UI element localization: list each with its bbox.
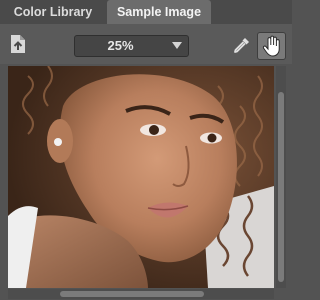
color-picker-button[interactable]: [231, 33, 253, 57]
tab-bar: Color Library Sample Image: [0, 0, 292, 24]
sample-image-viewport[interactable]: [8, 66, 274, 288]
portrait-photo: [8, 66, 274, 288]
zoom-dropdown[interactable]: 25%: [74, 35, 189, 57]
export-image-icon: [11, 35, 25, 53]
eyedropper-icon: [234, 38, 249, 53]
tab-sample-image[interactable]: Sample Image: [107, 0, 211, 24]
horizontal-scroll-thumb[interactable]: [60, 291, 204, 297]
horizontal-scrollbar[interactable]: [8, 289, 274, 299]
toolbar: 25%: [0, 24, 292, 64]
tab-color-library[interactable]: Color Library: [2, 0, 104, 24]
chevron-down-icon: [172, 42, 182, 49]
hand-tool-button[interactable]: [257, 32, 286, 60]
zoom-value: 25%: [107, 38, 134, 53]
export-button[interactable]: [7, 32, 29, 56]
vertical-scroll-thumb[interactable]: [278, 92, 284, 282]
hand-icon: [262, 35, 280, 57]
vertical-scrollbar[interactable]: [276, 66, 286, 288]
